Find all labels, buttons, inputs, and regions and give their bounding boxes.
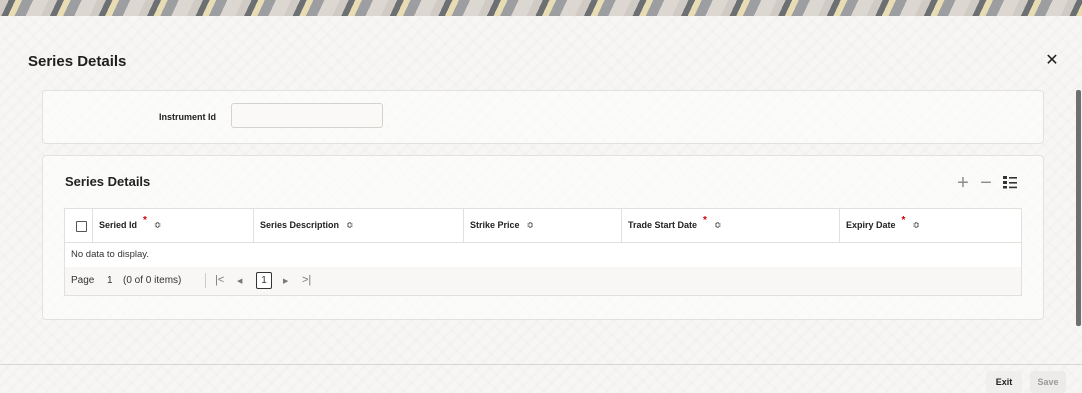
pagination-bar: Page 1 (0 of 0 items) |< ◀ 1 ▶ >|: [65, 267, 1021, 295]
empty-message: No data to display.: [71, 249, 149, 260]
required-marker: *: [703, 215, 707, 226]
exit-button[interactable]: Exit: [986, 371, 1022, 393]
column-header-seried-id[interactable]: Seried Id * ≎: [93, 209, 254, 242]
sort-icon[interactable]: ≎: [154, 220, 162, 230]
column-label: Series Description: [260, 220, 340, 230]
next-page-icon[interactable]: ▶: [283, 277, 288, 285]
page-label: Page: [71, 275, 95, 286]
minus-icon[interactable]: −: [977, 173, 995, 193]
item-count: (0 of 0 items): [123, 275, 182, 286]
first-page-icon[interactable]: |<: [215, 274, 224, 286]
sort-icon[interactable]: ≎: [346, 220, 354, 230]
column-label: Trade Start Date: [628, 220, 698, 230]
page-number-input[interactable]: 1: [107, 275, 113, 286]
series-table: Seried Id * ≎ Series Description ≎ Strike P…: [64, 208, 1022, 296]
column-label: Strike Price: [470, 220, 520, 230]
pager-divider: [205, 273, 206, 288]
column-header-trade-start-date[interactable]: Trade Start Date * ≎: [622, 209, 840, 242]
plus-icon[interactable]: +: [954, 173, 972, 193]
current-page-button[interactable]: 1: [256, 272, 272, 289]
required-marker: *: [901, 215, 906, 226]
dialog-title: Series Details: [28, 53, 127, 70]
close-icon[interactable]: ✕: [1044, 53, 1060, 69]
column-label: Seried Id: [99, 220, 138, 230]
column-header-series-description[interactable]: Series Description ≎: [254, 209, 464, 242]
instrument-id-label: Instrument Id: [159, 112, 217, 122]
instrument-id-input[interactable]: [231, 103, 383, 128]
sort-icon[interactable]: ≎: [912, 220, 920, 230]
select-all-checkbox[interactable]: [76, 221, 87, 232]
column-label: Expiry Date: [846, 220, 896, 230]
column-header-expiry-date[interactable]: Expiry Date * ≎: [840, 209, 1021, 242]
last-page-icon[interactable]: >|: [302, 274, 311, 286]
save-button[interactable]: Save: [1030, 371, 1066, 393]
select-all-column: [65, 209, 93, 242]
sort-icon[interactable]: ≎: [527, 220, 535, 230]
footer-divider: [0, 364, 1082, 365]
previous-page-icon[interactable]: ◀: [237, 277, 242, 285]
section-title: Series Details: [65, 174, 151, 189]
table-header: Seried Id * ≎ Series Description ≎ Strike P…: [65, 209, 1021, 243]
vertical-scrollbar[interactable]: [1076, 90, 1081, 326]
decorative-banner: [0, 0, 1082, 16]
list-view-icon[interactable]: [1002, 174, 1020, 192]
column-header-strike-price[interactable]: Strike Price ≎: [464, 209, 622, 242]
required-marker: *: [143, 215, 147, 226]
sort-icon[interactable]: ≎: [714, 220, 722, 230]
